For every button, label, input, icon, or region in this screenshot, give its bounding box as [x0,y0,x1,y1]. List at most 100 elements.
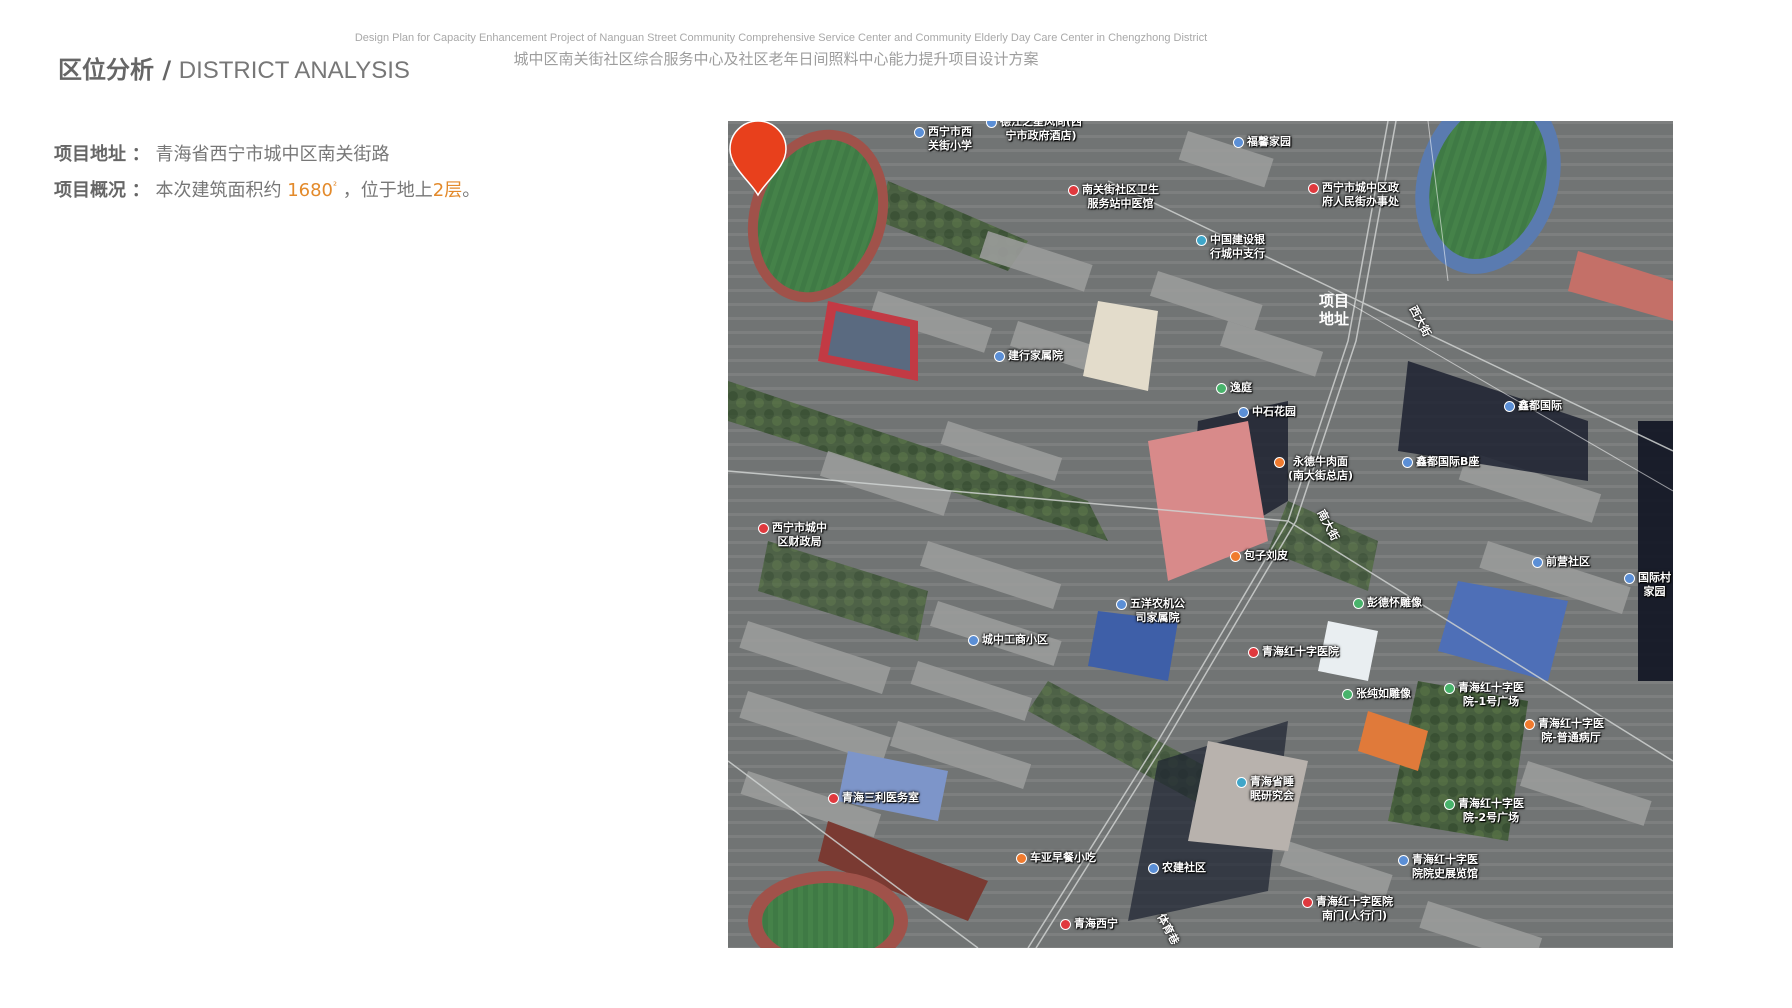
overview-area: 1680 [287,180,334,201]
map-poi[interactable]: 鑫都国际B座 [1402,455,1479,469]
map-poi[interactable]: 建行家属院 [994,349,1063,363]
map-poi-label: 青海红十字医院 南门(人行门) [1316,895,1393,922]
hotel-icon [986,121,997,128]
project-location-pin[interactable] [728,121,788,197]
map-poi-label: 鑫都国际 [1518,399,1562,412]
project-title-en: Design Plan for Capacity Enhancement Pro… [354,32,1208,44]
map-poi[interactable]: 逸庭 [1216,381,1252,395]
restaurant-icon [1230,551,1241,562]
map-poi-label: 车亚早餐小吃 [1030,851,1096,864]
map-poi-label: 青海红十字医 院院史展览馆 [1412,853,1478,880]
home-icon [994,351,1005,362]
map-poi-label: 西宁市城中区政 府人民街办事处 [1322,181,1399,208]
restaurant-icon [1274,457,1285,468]
map-poi[interactable]: 鑫都国际 [1504,399,1562,413]
community-icon [1148,863,1159,874]
map-poi[interactable]: 德江之星风尚(西 宁市政府酒店) [986,121,1082,143]
hospital-icon [1060,919,1071,930]
map-poi-label: 城中工商小区 [982,633,1048,646]
address-sep: ： [131,144,150,165]
map-poi[interactable]: 青海西宁 [1060,917,1118,931]
map-poi[interactable]: 城中工商小区 [968,633,1048,647]
statue-icon [1353,598,1364,609]
overview-sep: ： [131,180,150,201]
government-icon [758,523,769,534]
map-poi-label: 彭德怀雕像 [1367,596,1422,609]
school-icon [914,127,925,138]
map-poi-label: 前营社区 [1546,555,1590,568]
statue-icon [1342,689,1353,700]
community-icon [1532,557,1543,568]
clinic-icon [828,793,839,804]
address-label: 项目地址 [54,144,126,165]
map-poi[interactable]: 车亚早餐小吃 [1016,851,1096,865]
map-poi[interactable]: 青海省睡 眠研究会 [1236,775,1294,803]
hospital-icon [1302,897,1313,908]
map-poi[interactable]: 青海红十字医 院-普通病厅 [1524,717,1604,745]
map-poi-label: 青海红十字医 院-2号广场 [1458,797,1524,824]
home-icon [1504,401,1515,412]
map-poi[interactable]: 永德牛肉面 (南大街总店) [1274,455,1353,483]
home-icon [1116,599,1127,610]
map-poi[interactable]: 青海红十字医 院-2号广场 [1444,797,1524,825]
bank-icon [1196,235,1207,246]
map-poi[interactable]: 南关街社区卫生 服务站中医馆 [1068,183,1159,211]
map-poi-label: 国际村 家园 [1638,571,1671,598]
institute-icon [1236,777,1247,788]
government-icon [1308,183,1319,194]
map-poi[interactable]: 五洋农机公 司家属院 [1116,597,1185,625]
map-poi-label: 青海省睡 眠研究会 [1250,775,1294,802]
museum-icon [1398,855,1409,866]
map-poi[interactable]: 青海红十字医 院院史展览馆 [1398,853,1478,881]
map-poi[interactable]: 青海三利医务室 [828,791,919,805]
map-poi-label: 五洋农机公 司家属院 [1130,597,1185,624]
map-poi[interactable]: 青海红十字医院 南门(人行门) [1302,895,1393,923]
map-poi-label: 青海西宁 [1074,917,1118,930]
map-poi[interactable]: 西宁市城中区政 府人民街办事处 [1308,181,1399,209]
map-poi-label: 逸庭 [1230,381,1252,394]
overview-area-unit: ² [333,181,338,192]
home-icon [1624,573,1635,584]
map-poi[interactable]: 中国建设银 行城中支行 [1196,233,1265,261]
project-title-cn: 城中区南关街社区综合服务中心及社区老年日间照料中心能力提升项目设计方案 [513,50,1039,68]
restaurant-icon [1016,853,1027,864]
map-poi[interactable]: 国际村 家园 [1624,571,1671,599]
map-poi-label: 建行家属院 [1008,349,1063,362]
overview-label: 项目概况 [54,180,126,201]
map-poi[interactable]: 青海红十字医 院-1号广场 [1444,681,1524,709]
home-icon [1238,407,1249,418]
map-poi[interactable]: 西宁市城中 区财政局 [758,521,827,549]
map-poi-label: 福馨家园 [1247,135,1291,148]
map-poi[interactable]: 农建社区 [1148,861,1206,875]
home-icon [968,635,979,646]
map-poi[interactable]: 前营社区 [1532,555,1590,569]
map-poi[interactable]: 青海红十字医院 [1248,645,1339,659]
map-poi[interactable]: 包子刘皮 [1230,549,1288,563]
overview-prefix: 本次建筑面积约 [155,180,288,201]
hospital-icon [1248,647,1259,658]
map-poi[interactable]: 中石花园 [1238,405,1296,419]
park-icon [1216,383,1227,394]
map-poi[interactable]: 彭德怀雕像 [1353,596,1422,610]
map-poi-label: 农建社区 [1162,861,1206,874]
project-overview: 项目概况 ： 本次建筑面积约 1680² ，位于地上2层。 [54,176,480,202]
map-poi-label: 南关街社区卫生 服务站中医馆 [1082,183,1159,210]
map-poi-label: 包子刘皮 [1244,549,1288,562]
plaza-icon [1444,683,1455,694]
map-poi-label: 鑫都国际B座 [1416,455,1480,468]
plaza-icon [1444,799,1455,810]
building-icon [1402,457,1413,468]
map-poi[interactable]: 西宁市西 关街小学 [914,125,972,153]
map-poi[interactable]: 福馨家园 [1233,135,1291,149]
address-value: 青海省西宁市城中区南关街路 [155,144,390,165]
map-poi-label: 中国建设银 行城中支行 [1210,233,1265,260]
map-poi[interactable]: 张纯如雕像 [1342,687,1411,701]
map-poi-label: 永德牛肉面 (南大街总店) [1288,455,1354,482]
satellite-map[interactable]: 西宁市西 关街小学 德江之星风尚(西 宁市政府酒店) 福馨家园南关街社区卫生 服务站… [728,121,1673,948]
map-poi-label: 青海红十字医院 [1262,645,1339,658]
map-poi-label: 青海三利医务室 [842,791,919,804]
home-icon [1233,137,1244,148]
project-address: 项目地址 ： 青海省西宁市城中区南关街路 [54,140,389,166]
map-poi-label: 德江之星风尚(西 宁市政府酒店) [1000,121,1083,142]
overview-end: 。 [462,180,481,201]
